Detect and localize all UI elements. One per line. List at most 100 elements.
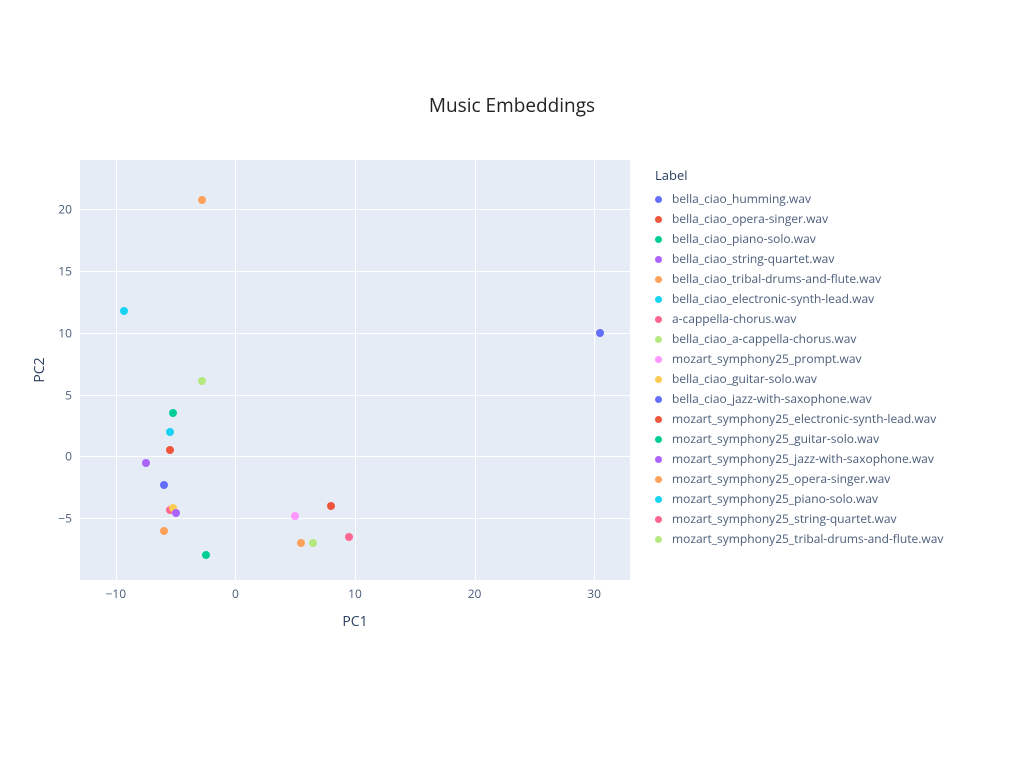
legend-label: bella_ciao_humming.wav <box>672 189 811 209</box>
legend-marker-icon <box>655 516 662 523</box>
y-tick-label: 15 <box>32 263 72 280</box>
legend-label: a-cappella-chorus.wav <box>672 309 796 329</box>
legend-item[interactable]: mozart_symphony25_electronic-synth-lead.… <box>655 409 943 429</box>
gridline-horizontal <box>80 209 630 210</box>
legend-marker-icon <box>655 236 662 243</box>
legend-item[interactable]: a-cappella-chorus.wav <box>655 309 943 329</box>
data-point[interactable] <box>160 527 168 535</box>
data-point[interactable] <box>198 377 206 385</box>
y-tick-label: 10 <box>32 324 72 341</box>
legend-title: Label <box>655 165 943 185</box>
legend-marker-icon <box>655 476 662 483</box>
legend-label: mozart_symphony25_opera-singer.wav <box>672 469 890 489</box>
legend-item[interactable]: bella_ciao_jazz-with-saxophone.wav <box>655 389 943 409</box>
gridline-horizontal <box>80 333 630 334</box>
legend-marker-icon <box>655 396 662 403</box>
legend-label: mozart_symphony25_guitar-solo.wav <box>672 429 879 449</box>
legend-marker-icon <box>655 416 662 423</box>
legend: Label bella_ciao_humming.wavbella_ciao_o… <box>655 165 943 549</box>
gridline-vertical <box>594 160 595 580</box>
x-tick-label: 20 <box>468 585 482 602</box>
y-tick-label: 20 <box>32 201 72 218</box>
legend-label: bella_ciao_guitar-solo.wav <box>672 369 817 389</box>
data-point[interactable] <box>309 539 317 547</box>
x-tick-label: 0 <box>232 585 239 602</box>
data-point[interactable] <box>169 409 177 417</box>
y-tick-label: 0 <box>32 448 72 465</box>
legend-marker-icon <box>655 336 662 343</box>
legend-label: bella_ciao_electronic-synth-lead.wav <box>672 289 874 309</box>
data-point[interactable] <box>160 481 168 489</box>
legend-label: bella_ciao_string-quartet.wav <box>672 249 834 269</box>
gridline-vertical <box>116 160 117 580</box>
legend-item[interactable]: bella_ciao_guitar-solo.wav <box>655 369 943 389</box>
chart-container: Music Embeddings PC1 PC2 Label bella_cia… <box>0 0 1024 768</box>
data-point[interactable] <box>202 551 210 559</box>
legend-marker-icon <box>655 356 662 363</box>
legend-item[interactable]: mozart_symphony25_tribal-drums-and-flute… <box>655 529 943 549</box>
legend-marker-icon <box>655 456 662 463</box>
legend-item[interactable]: bella_ciao_tribal-drums-and-flute.wav <box>655 269 943 289</box>
legend-label: bella_ciao_piano-solo.wav <box>672 229 816 249</box>
legend-item[interactable]: mozart_symphony25_guitar-solo.wav <box>655 429 943 449</box>
legend-item[interactable]: mozart_symphony25_jazz-with-saxophone.wa… <box>655 449 943 469</box>
legend-item[interactable]: bella_ciao_string-quartet.wav <box>655 249 943 269</box>
legend-item[interactable]: bella_ciao_humming.wav <box>655 189 943 209</box>
legend-marker-icon <box>655 496 662 503</box>
data-point[interactable] <box>291 512 299 520</box>
gridline-horizontal <box>80 518 630 519</box>
legend-body: bella_ciao_humming.wavbella_ciao_opera-s… <box>655 189 943 549</box>
legend-marker-icon <box>655 376 662 383</box>
legend-label: mozart_symphony25_piano-solo.wav <box>672 489 878 509</box>
gridline-horizontal <box>80 395 630 396</box>
y-tick-label: −5 <box>32 510 72 527</box>
x-tick-label: 30 <box>587 585 601 602</box>
data-point[interactable] <box>297 539 305 547</box>
gridline-vertical <box>235 160 236 580</box>
legend-item[interactable]: bella_ciao_a-cappella-chorus.wav <box>655 329 943 349</box>
legend-marker-icon <box>655 196 662 203</box>
legend-item[interactable]: mozart_symphony25_piano-solo.wav <box>655 489 943 509</box>
x-axis-label: PC1 <box>80 612 630 631</box>
gridline-horizontal <box>80 456 630 457</box>
legend-marker-icon <box>655 216 662 223</box>
legend-label: bella_ciao_a-cappella-chorus.wav <box>672 329 856 349</box>
data-point[interactable] <box>166 446 174 454</box>
legend-label: bella_ciao_jazz-with-saxophone.wav <box>672 389 872 409</box>
legend-label: mozart_symphony25_string-quartet.wav <box>672 509 897 529</box>
legend-item[interactable]: mozart_symphony25_opera-singer.wav <box>655 469 943 489</box>
legend-label: bella_ciao_opera-singer.wav <box>672 209 828 229</box>
x-tick-label: −10 <box>106 585 127 602</box>
data-point[interactable] <box>166 428 174 436</box>
data-point[interactable] <box>120 307 128 315</box>
legend-marker-icon <box>655 536 662 543</box>
data-point[interactable] <box>596 329 604 337</box>
legend-label: mozart_symphony25_jazz-with-saxophone.wa… <box>672 449 934 469</box>
legend-item[interactable]: mozart_symphony25_string-quartet.wav <box>655 509 943 529</box>
x-tick-label: 10 <box>348 585 362 602</box>
plot-area <box>80 160 630 580</box>
legend-label: bella_ciao_tribal-drums-and-flute.wav <box>672 269 881 289</box>
legend-item[interactable]: bella_ciao_electronic-synth-lead.wav <box>655 289 943 309</box>
chart-title: Music Embeddings <box>0 92 1024 118</box>
legend-label: mozart_symphony25_electronic-synth-lead.… <box>672 409 936 429</box>
legend-marker-icon <box>655 316 662 323</box>
data-point[interactable] <box>198 196 206 204</box>
legend-marker-icon <box>655 276 662 283</box>
data-point[interactable] <box>172 509 180 517</box>
legend-marker-icon <box>655 256 662 263</box>
legend-item[interactable]: mozart_symphony25_prompt.wav <box>655 349 943 369</box>
legend-label: mozart_symphony25_prompt.wav <box>672 349 861 369</box>
data-point[interactable] <box>142 459 150 467</box>
legend-item[interactable]: bella_ciao_piano-solo.wav <box>655 229 943 249</box>
data-point[interactable] <box>327 502 335 510</box>
legend-marker-icon <box>655 296 662 303</box>
legend-label: mozart_symphony25_tribal-drums-and-flute… <box>672 529 943 549</box>
data-point[interactable] <box>345 533 353 541</box>
gridline-vertical <box>355 160 356 580</box>
y-tick-label: 5 <box>32 386 72 403</box>
legend-item[interactable]: bella_ciao_opera-singer.wav <box>655 209 943 229</box>
legend-marker-icon <box>655 436 662 443</box>
gridline-horizontal <box>80 271 630 272</box>
gridline-vertical <box>475 160 476 580</box>
